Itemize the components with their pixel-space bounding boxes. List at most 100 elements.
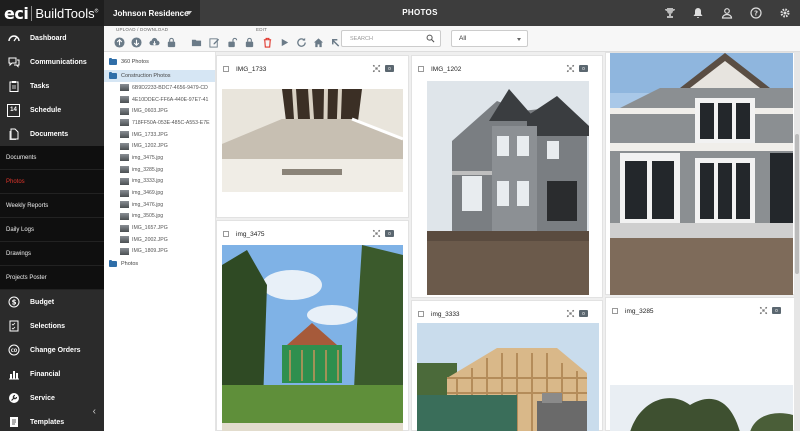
tree-file[interactable]: img_3469.jpg — [104, 187, 215, 199]
photo-image[interactable] — [610, 385, 793, 431]
share-network-icon[interactable] — [759, 306, 768, 315]
lock-icon[interactable] — [243, 36, 255, 48]
trash-icon[interactable] — [261, 36, 273, 48]
svg-text:$: $ — [11, 299, 16, 307]
sidebar-item-budget[interactable]: $ Budget — [0, 290, 104, 314]
project-selector[interactable]: Johnson Residence — [104, 0, 200, 26]
photo-checkbox[interactable] — [223, 66, 229, 72]
tree-file[interactable]: img_3333.jpg — [104, 176, 215, 188]
lock-download-icon[interactable] — [165, 36, 177, 48]
sidebar-item-dashboard[interactable]: Dashboard — [0, 26, 104, 50]
photo-image[interactable] — [222, 245, 403, 431]
photo-card[interactable]: IMG_1202 0 — [411, 55, 603, 298]
photo-grid: IMG_1733 0 IMG_1202 0 img_3475 0 img_333… — [216, 52, 800, 431]
new-folder-icon[interactable] — [190, 36, 202, 48]
upload-icon[interactable] — [113, 36, 125, 48]
search-icon[interactable] — [426, 34, 435, 43]
file-thumbnail — [120, 224, 129, 232]
edit-icon[interactable] — [208, 36, 220, 48]
tree-file[interactable]: IMG_2002.JPG — [104, 234, 215, 246]
search-placeholder: SEARCH — [350, 35, 373, 42]
tree-file[interactable]: IMG_0603.JPG — [104, 105, 215, 117]
photo-checkbox[interactable] — [418, 311, 424, 317]
share-network-icon[interactable] — [566, 309, 575, 318]
comment-count-badge: 0 — [579, 310, 588, 317]
tree-file[interactable]: img_3285.jpg — [104, 164, 215, 176]
photo-checkbox[interactable] — [223, 231, 229, 237]
sidebar-subitem-drawings[interactable]: Drawings — [0, 242, 104, 266]
photo-card[interactable]: img_3475 0 — [216, 220, 409, 431]
photo-card[interactable]: img_3285 0 — [605, 297, 796, 431]
photo-title: img_3285 — [625, 307, 654, 315]
tree-file[interactable]: img_3476.jpg — [104, 199, 215, 211]
sidebar-item-change-orders[interactable]: CO Change Orders — [0, 338, 104, 362]
tree-file[interactable]: IMG_1657.JPG — [104, 222, 215, 234]
sidebar-item-label: Tasks — [30, 82, 50, 90]
photo-card[interactable]: img_3333 0 — [411, 300, 603, 431]
photo-image[interactable] — [222, 89, 403, 192]
sidebar-item-label: Budget — [30, 298, 55, 306]
file-name: img_3285.jpg — [132, 166, 164, 173]
search-input[interactable]: SEARCH — [341, 30, 441, 47]
tree-file[interactable]: IMG_1733.JPG — [104, 129, 215, 141]
sidebar-subitem-daily-logs[interactable]: Daily Logs — [0, 218, 104, 242]
tree-folder-photos[interactable]: Photos — [104, 258, 215, 270]
sidebar-subitem-weekly-reports[interactable]: Weekly Reports — [0, 194, 104, 218]
page-title: PHOTOS — [402, 8, 438, 17]
tree-file[interactable]: 6B9D2233-BDC7-4656-9479-CD — [104, 82, 215, 94]
tree-file[interactable]: 4E10DDEC-FF6A-440E-97E7-41 — [104, 94, 215, 106]
sidebar-item-financial[interactable]: Financial — [0, 362, 104, 386]
gear-icon[interactable] — [778, 6, 792, 20]
grid-scrollbar[interactable] — [794, 52, 800, 431]
sidebar-item-label: Dashboard — [30, 34, 67, 42]
comment-count-badge: 0 — [385, 65, 394, 72]
play-icon[interactable] — [278, 36, 290, 48]
bell-icon[interactable] — [691, 6, 705, 20]
arrow-up-left-icon[interactable] — [329, 36, 341, 48]
share-network-icon[interactable] — [566, 64, 575, 73]
unlock-icon[interactable] — [226, 36, 238, 48]
photo-image[interactable] — [417, 323, 599, 431]
trophy-icon[interactable] — [663, 6, 677, 20]
photo-checkbox[interactable] — [612, 308, 618, 314]
sidebar-item-templates[interactable]: Templates — [0, 410, 104, 431]
filter-select[interactable]: All — [451, 30, 528, 47]
tree-file[interactable]: IMG_1202.JPG — [104, 140, 215, 152]
user-icon[interactable] — [720, 6, 734, 20]
tree-file[interactable]: img_3475.jpg — [104, 152, 215, 164]
home-icon[interactable] — [312, 36, 324, 48]
sidebar-subitem-projects-poster[interactable]: Projects Poster — [0, 266, 104, 290]
sidebar-subitem-documents[interactable]: Documents — [0, 146, 104, 170]
tree-file[interactable]: IMG_1809.JPG — [104, 246, 215, 258]
chart-icon — [7, 368, 20, 381]
sidebar-item-documents[interactable]: Documents — [0, 122, 104, 146]
tree-folder-label: Construction Photos — [121, 73, 171, 79]
photo-card[interactable]: IMG_1733 0 — [216, 55, 409, 218]
photo-image[interactable] — [610, 53, 793, 295]
tree-folder-360-photos[interactable]: 360 Photos — [104, 56, 215, 68]
svg-text:?: ? — [754, 10, 758, 18]
help-icon[interactable]: ? — [749, 6, 763, 20]
sidebar-item-schedule[interactable]: 14 Schedule — [0, 98, 104, 122]
sidebar-item-selections[interactable]: Selections — [0, 314, 104, 338]
download-icon[interactable] — [130, 36, 142, 48]
photo-image[interactable] — [427, 81, 589, 295]
card-tools: 0 — [566, 64, 588, 73]
tree-file[interactable]: img_3505.jpg — [104, 211, 215, 223]
cloud-download-icon[interactable] — [148, 36, 160, 48]
refresh-icon[interactable] — [295, 36, 307, 48]
app-logo[interactable]: eci BuildTools® — [0, 0, 104, 26]
sidebar-item-service[interactable]: Service — [0, 386, 104, 410]
share-network-icon[interactable] — [372, 229, 381, 238]
folder-icon — [109, 259, 117, 268]
collapse-sidebar-icon[interactable]: ‹ — [93, 406, 96, 417]
tree-file[interactable]: 718FF50A-053E-485C-A553-E7E — [104, 117, 215, 129]
sidebar-subitem-photos[interactable]: Photos — [0, 170, 104, 194]
sidebar-item-tasks[interactable]: Tasks — [0, 74, 104, 98]
photo-checkbox[interactable] — [418, 66, 424, 72]
scrollbar-thumb[interactable] — [795, 134, 799, 274]
photo-card[interactable] — [605, 52, 796, 295]
tree-folder-construction-photos[interactable]: Construction Photos — [104, 70, 215, 82]
share-network-icon[interactable] — [372, 64, 381, 73]
sidebar-item-communications[interactable]: Communications — [0, 50, 104, 74]
